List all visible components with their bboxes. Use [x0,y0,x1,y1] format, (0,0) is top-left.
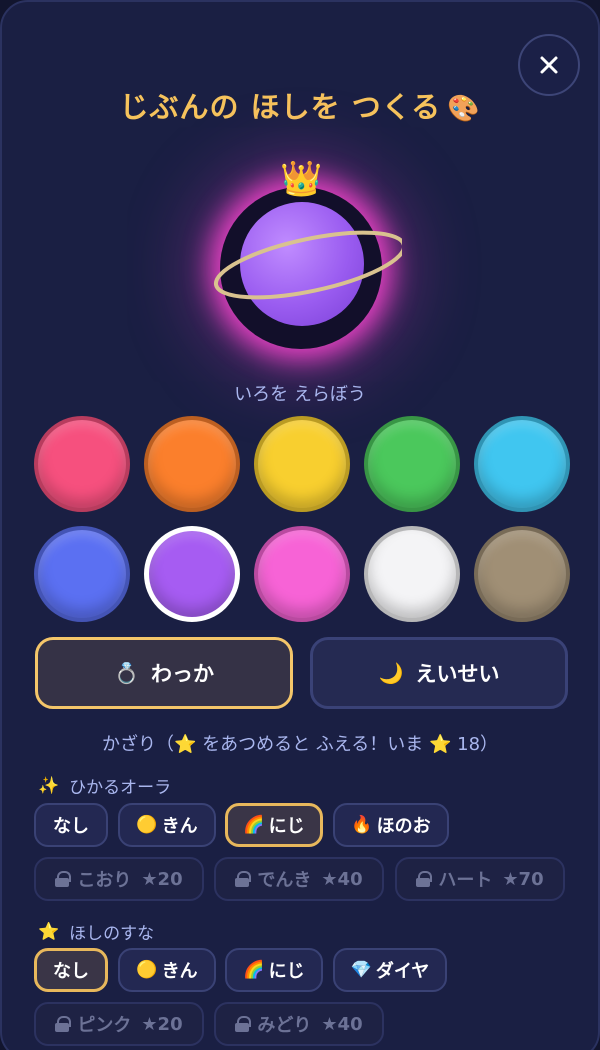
color-swatch-red-pink[interactable] [34,416,130,512]
aura-locked-cost: ★40 [321,868,363,890]
page-title: じぶんの ほしを つくる 🎨 [2,84,598,126]
color-section-label: いろを えらぼう [234,384,366,405]
lock-icon [55,871,72,887]
crown-icon: 👑 [280,159,323,199]
sparkles-icon: ✨ [38,775,60,796]
stardust-locked-option-0[interactable]: ピンク ★20 [34,1002,204,1046]
stardust-option-label: きん [161,961,198,982]
stardust-option-1[interactable]: 🟡 きん [118,948,216,992]
aura-locked-option-1[interactable]: でんき ★40 [214,857,384,901]
ring-icon: 💍 [114,661,139,685]
stardust-option-label: にじ [268,961,305,982]
stardust-option-icon: 💎 [350,960,372,980]
aura-option-1[interactable]: 🟡 きん [118,803,216,847]
stardust-locked-option-1[interactable]: みどり ★40 [214,1002,384,1046]
lock-icon [416,871,433,887]
moon-mode-label: えいせい [415,662,500,686]
aura-option-icon: 🌈 [243,815,265,835]
create-star-panel: じぶんの ほしを つくる 🎨 👑 いろを えらぼう 💍 わっか 🌙 えいせい かざ… [0,0,600,1050]
lock-icon [235,1016,252,1032]
star-icon: ⭐ [38,921,60,942]
aura-locked-option-2[interactable]: ハート ★70 [395,857,565,901]
aura-option-label: きん [161,816,198,837]
aura-option-label: なし [53,816,89,837]
aura-option-icon: 🔥 [351,815,373,835]
color-swatch-blue[interactable] [34,526,130,622]
stardust-locked-cost: ★40 [321,1013,363,1035]
stardust-heading-label: ほしのすな [69,924,155,944]
moon-icon: 🌙 [378,661,404,685]
lock-icon [55,1016,72,1032]
aura-option-icon: 🟡 [136,815,158,835]
color-swatch-purple[interactable] [144,526,240,622]
ring-mode-button[interactable]: 💍 わっか [35,637,293,709]
stardust-option-label: ダイヤ [375,961,430,982]
aura-option-label: にじ [268,816,305,837]
stardust-option-icon: 🌈 [243,960,265,980]
aura-locked-label: こおり [77,870,132,891]
aura-locked-option-0[interactable]: こおり ★20 [34,857,204,901]
color-swatch-green[interactable] [364,416,460,512]
stardust-locked-label: ピンク [77,1015,132,1036]
stardust-option-icon: 🟡 [136,960,158,980]
aura-option-0[interactable]: なし [34,803,108,847]
stardust-option-3[interactable]: 💎 ダイヤ [333,948,447,992]
page-title-text: じぶんの ほしを つくる [119,90,442,124]
aura-locked-label: ハート [438,870,493,891]
color-swatch-yellow[interactable] [254,416,350,512]
aura-heading: ✨ ひかるオーラ [38,773,172,799]
aura-option-2[interactable]: 🌈 にじ [225,803,323,847]
color-swatch-orange[interactable] [144,416,240,512]
stardust-locked-label: みどり [257,1015,312,1036]
close-icon [540,56,558,74]
stardust-option-0[interactable]: なし [34,948,108,992]
planet-preview: 👑 [202,157,402,357]
color-swatch-pink[interactable] [254,526,350,622]
decoration-note: かざり（⭐ をあつめると ふえる！いま ⭐ 18） [101,734,499,755]
aura-locked-cost: ★70 [502,868,544,890]
moon-mode-button[interactable]: 🌙 えいせい [310,637,568,709]
aura-locked-cost: ★20 [141,868,183,890]
aura-heading-label: ひかるオーラ [69,778,172,798]
stardust-option-2[interactable]: 🌈 にじ [225,948,323,992]
aura-option-3[interactable]: 🔥 ほのお [333,803,449,847]
aura-locked-label: でんき [257,870,312,891]
stardust-option-label: なし [53,961,89,982]
lock-icon [235,871,252,887]
color-swatch-taupe[interactable] [474,526,570,622]
palette-icon: 🎨 [447,94,481,124]
aura-option-label: ほのお [376,816,431,837]
ring-mode-label: わっか [150,662,214,686]
stardust-locked-cost: ★20 [141,1013,183,1035]
stardust-heading: ⭐ ほしのすな [38,919,155,945]
color-swatch-sky[interactable] [474,416,570,512]
color-swatch-white[interactable] [364,526,460,622]
